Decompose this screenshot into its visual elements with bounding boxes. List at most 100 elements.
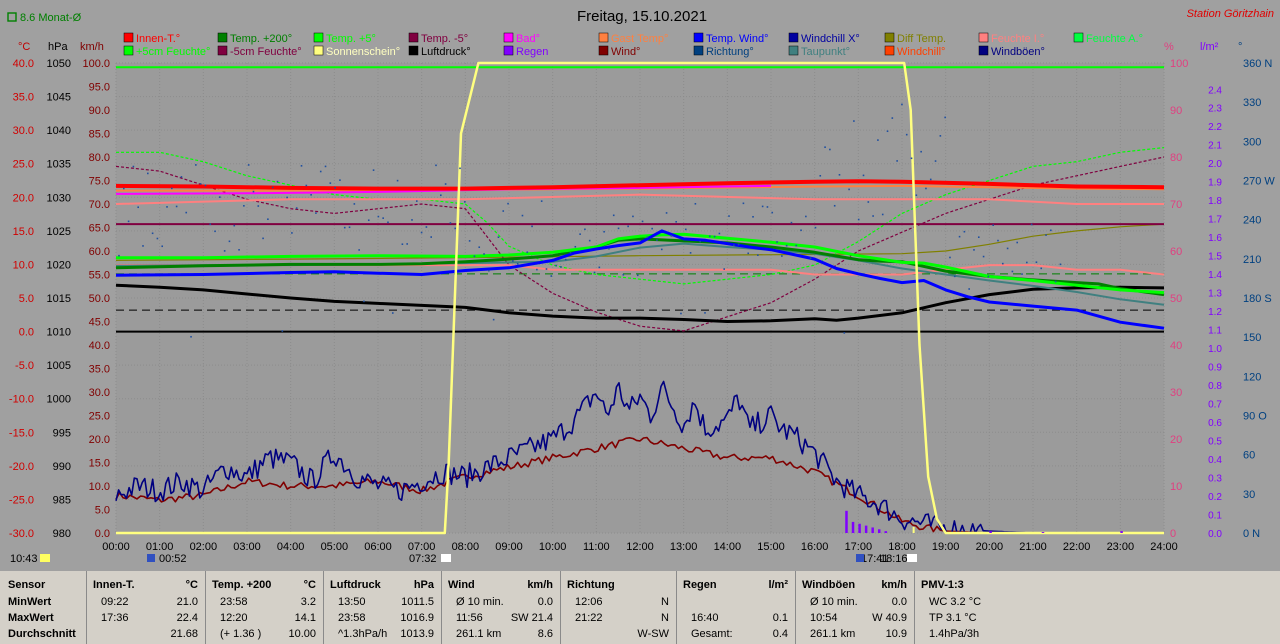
legend-label: Regen [516,46,548,58]
dir-tick-label: 60 [1243,450,1255,462]
rain-bar [989,531,992,533]
kmh-tick-label: 55.0 [89,270,110,282]
wind-direction-point [752,215,754,218]
wind-direction-point [281,330,284,332]
wind-direction-point [295,207,298,209]
dir-tick-label: 120 [1243,371,1261,383]
kmh-tick-label: 20.0 [89,434,110,446]
moonrise-icon [856,554,864,562]
wind-direction-point [872,215,874,217]
legend-swatch [408,32,419,43]
wind-direction-point [372,169,375,171]
x-tick-label: 17:00 [845,541,873,553]
temp-tick-label: -15.0 [9,427,34,439]
wind-direction-point [367,219,370,222]
rain-bar [871,527,874,533]
wind-direction-point [660,248,663,251]
wind-direction-point [305,184,308,187]
wind-direction-point [838,173,841,176]
stats-column: Luftdruck hPa 13:50 1011.5 23:58 1016.9 ^1.3hP… [323,571,440,644]
wind-direction-point [973,249,975,251]
press-tick-label: 995 [53,427,71,439]
pct-tick-label: 10 [1170,481,1182,493]
wind-direction-point [929,178,932,181]
wind-direction-point [833,204,836,207]
wind-direction-point [516,262,519,265]
temp-tick-label: -10.0 [9,394,34,406]
row-label-min: MinWert [8,596,52,608]
press-tick-label: 1010 [47,327,71,339]
x-tick-label: 03:00 [233,541,261,553]
wind-direction-point [987,275,990,278]
avg-time: 1.4hPa/3h [929,628,980,640]
dir-tick-label: 330 [1243,97,1261,109]
x-tick-label: 24:00 [1150,541,1178,553]
legend-swatch [217,32,228,43]
wind-direction-point [1035,261,1038,264]
x-tick-label: 16:00 [801,541,829,553]
wind-direction-point [689,252,692,254]
wind-direction-point [536,268,538,271]
legend-item[interactable]: Temp. Wind° [693,32,768,45]
wind-direction-point [247,164,250,166]
press-tick-label: 1005 [47,360,71,372]
row-label-avg: Durchschnitt [8,628,76,640]
press-tick-label: 1025 [47,226,71,238]
wind-direction-point [435,164,437,167]
legend-item[interactable]: Temp. +200° [217,32,292,45]
rain-tick-label: 0.9 [1208,363,1222,374]
kmh-tick-label: 0.0 [95,528,110,540]
wind-direction-point [641,220,644,223]
wind-direction-point [204,184,207,187]
dir-tick-label: 0 N [1243,528,1260,540]
wind-direction-point [896,160,898,162]
max-time: 10:54 [810,612,838,624]
wind-direction-point [233,224,236,227]
rain-tick-label: 1.5 [1208,252,1222,263]
wind-direction-point [252,190,255,193]
temp-tick-label: 20.0 [13,192,34,204]
wind-direction-point [171,187,173,190]
press-tick-label: 1000 [47,394,71,406]
wind-direction-point [612,214,615,217]
wind-direction-point [382,217,384,219]
max-time: 16:40 [691,612,719,624]
rain-bar [864,525,868,533]
wind-direction-point [944,116,946,119]
unit-pct: % [1164,41,1174,53]
min-time: 23:58 [220,596,248,608]
wind-direction-point [598,266,601,269]
wind-direction-point [276,180,279,183]
legend-label: Gast Temp° [611,33,668,45]
wind-direction-point [127,220,130,223]
min-time: WC 3.2 °C [929,596,982,608]
legend-label: -5cm Feuchte° [230,46,302,58]
rain-bar [851,521,855,533]
wind-direction-point [550,275,553,277]
legend-item[interactable]: Sonnenschein° [313,45,400,58]
legend-item[interactable]: +5cm Feuchte° [123,45,210,58]
legend-item[interactable]: -5cm Feuchte° [217,45,302,58]
wind-direction-point [968,288,970,290]
rain-tick-label: 0.7 [1208,400,1222,411]
wind-direction-point [963,230,966,233]
rain-tick-label: 0.1 [1208,511,1222,522]
kmh-tick-label: 15.0 [89,458,110,470]
max-value: 0.1 [772,612,788,624]
rain-tick-label: 2.1 [1208,141,1222,152]
legend-label: Temp. Wind° [706,33,768,45]
kmh-tick-label: 60.0 [89,246,110,258]
press-tick-label: 1045 [47,92,71,104]
x-tick-label: 14:00 [714,541,742,553]
wind-direction-point [790,221,793,224]
kmh-tick-label: 35.0 [89,364,110,376]
sunset-time-label: 18:16 [880,553,908,565]
max-value: 14.1 [294,612,316,624]
min-value: 3.2 [300,596,316,608]
legend-label: Temp. +200° [230,33,292,45]
wind-direction-point [459,167,461,170]
wind-direction-point [387,221,389,224]
legend-swatch [313,45,324,56]
wind-direction-point [377,215,380,218]
wind-direction-point [699,240,701,243]
